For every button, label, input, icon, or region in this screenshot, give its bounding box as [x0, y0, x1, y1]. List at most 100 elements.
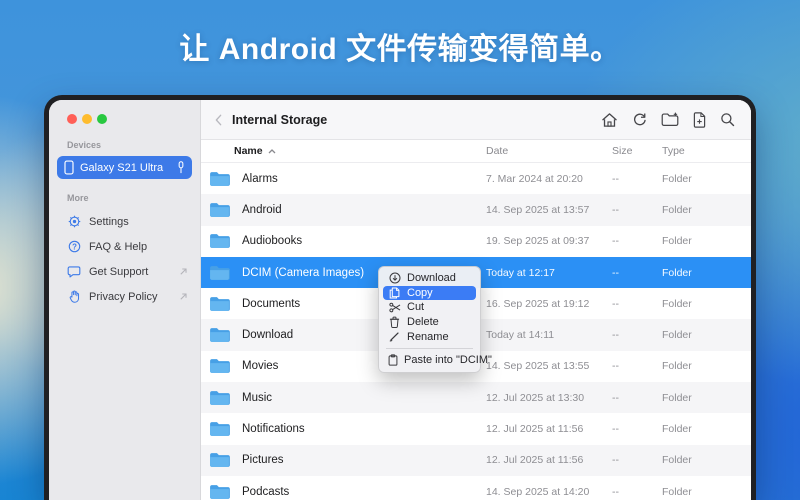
new-file-button[interactable] — [691, 110, 708, 130]
table-row[interactable]: Notifications 12. Jul 2025 at 11:56 -- Fold… — [201, 413, 751, 444]
menu-item-label: Rename — [407, 330, 449, 343]
column-header-name[interactable]: Name — [234, 145, 486, 157]
hero-title: 让 Android 文件传输变得简单。 — [179, 33, 621, 66]
home-icon — [601, 112, 618, 128]
search-button[interactable] — [718, 110, 737, 129]
file-type: Folder — [662, 297, 692, 310]
file-name-cell: Audiobooks — [209, 233, 486, 249]
sidebar-item-label: Get Support — [89, 265, 149, 278]
menu-item-label: Paste into "DCIM" — [404, 354, 492, 367]
menu-item-download[interactable]: Download — [383, 271, 476, 286]
toolbar-actions — [599, 110, 737, 130]
file-size: -- — [612, 485, 619, 498]
column-label: Name — [234, 145, 263, 157]
table-row[interactable]: Music 12. Jul 2025 at 13:30 -- Folder — [201, 382, 751, 414]
sidebar-item-label: Settings — [89, 215, 129, 228]
menu-item-rename[interactable]: Rename — [383, 329, 476, 344]
file-size: -- — [612, 360, 619, 373]
hand-privacy-icon — [67, 290, 81, 303]
zoom-window-button[interactable] — [97, 114, 107, 124]
file-type: Folder — [662, 423, 692, 436]
file-type: Folder — [662, 266, 692, 279]
table-row[interactable]: Alarms 7. Mar 2024 at 20:20 -- Folder — [201, 163, 751, 194]
sidebar-item-privacy-policy[interactable]: Privacy Policy — [49, 284, 200, 309]
file-name: Pictures — [242, 454, 284, 467]
devices-section-label: Devices — [67, 140, 102, 150]
file-size: -- — [612, 423, 619, 436]
file-type: Folder — [662, 329, 692, 342]
sidebar-item-label: Privacy Policy — [89, 290, 158, 303]
file-name-cell: Podcasts — [209, 484, 486, 500]
file-date: 14. Sep 2025 at 13:57 — [486, 203, 590, 216]
table-row[interactable]: Audiobooks 19. Sep 2025 at 09:37 -- Folder — [201, 226, 751, 257]
pencil-icon — [388, 331, 401, 342]
folder-icon — [209, 327, 238, 343]
context-menu: Download Copy Cut Delete Rename Paste into "D… — [378, 266, 492, 373]
back-button[interactable] — [215, 114, 222, 126]
menu-item-label: Download — [407, 272, 456, 285]
file-size: -- — [612, 297, 619, 310]
new-folder-icon — [661, 112, 679, 127]
refresh-button[interactable] — [630, 110, 649, 129]
refresh-icon — [632, 112, 647, 127]
column-header-date[interactable]: Date — [486, 145, 612, 157]
table-row[interactable]: Podcasts 14. Sep 2025 at 14:20 -- Folder — [201, 476, 751, 500]
menu-item-label: Copy — [407, 286, 433, 299]
sort-asc-icon — [268, 148, 276, 154]
folder-icon — [209, 265, 238, 281]
external-link-icon — [178, 267, 188, 276]
file-name-cell: Android — [209, 202, 486, 218]
file-type: Folder — [662, 203, 692, 216]
menu-item-delete[interactable]: Delete — [383, 315, 476, 330]
file-date: 7. Mar 2024 at 20:20 — [486, 172, 583, 185]
file-date: 19. Sep 2025 at 09:37 — [486, 235, 590, 248]
menu-item-copy[interactable]: Copy — [383, 285, 476, 301]
file-name: Alarms — [242, 172, 278, 185]
minimize-window-button[interactable] — [82, 114, 92, 124]
file-date: 14. Sep 2025 at 14:20 — [486, 485, 590, 498]
file-name-cell: Music — [209, 390, 486, 406]
folder-icon — [209, 171, 238, 187]
gear-icon — [67, 215, 81, 228]
file-type: Folder — [662, 235, 692, 248]
sidebar: Devices Galaxy S21 Ultra More Settings ? F… — [49, 100, 201, 500]
table-row[interactable]: Android 14. Sep 2025 at 13:57 -- Folder — [201, 194, 751, 226]
external-link-icon — [178, 292, 188, 301]
page-title: Internal Storage — [232, 112, 328, 127]
more-section-label: More — [67, 193, 89, 203]
table-row[interactable]: Pictures 12. Jul 2025 at 11:56 -- Folder — [201, 444, 751, 476]
file-size: -- — [612, 172, 619, 185]
new-file-icon — [693, 111, 706, 128]
folder-icon — [209, 296, 238, 312]
help-circle-icon: ? — [67, 240, 81, 253]
sidebar-item-get-support[interactable]: Get Support — [49, 259, 200, 284]
file-date: Today at 14:11 — [486, 329, 555, 342]
copy-icon — [388, 287, 401, 299]
file-size: -- — [612, 329, 619, 342]
file-date: Today at 12:17 — [486, 266, 555, 279]
sidebar-item-faq-help[interactable]: ? FAQ & Help — [49, 234, 200, 259]
column-header-type[interactable]: Type — [662, 145, 751, 157]
new-folder-button[interactable] — [659, 110, 681, 129]
file-type: Folder — [662, 172, 692, 185]
file-name: Movies — [242, 360, 279, 373]
column-header-size[interactable]: Size — [612, 145, 662, 157]
folder-icon — [209, 390, 238, 406]
device-name: Galaxy S21 Ultra — [80, 161, 164, 174]
clipboard-icon — [388, 354, 398, 366]
menu-item-cut[interactable]: Cut — [383, 300, 476, 315]
file-type: Folder — [662, 360, 692, 373]
folder-icon — [209, 452, 238, 468]
menu-item-label: Delete — [407, 316, 439, 329]
menu-item-paste-into-dcim[interactable]: Paste into "DCIM" — [383, 353, 492, 368]
window-controls — [67, 114, 200, 124]
menu-separator — [386, 347, 473, 349]
sidebar-item-device[interactable]: Galaxy S21 Ultra — [57, 156, 192, 179]
close-window-button[interactable] — [67, 114, 77, 124]
sidebar-item-settings[interactable]: Settings — [49, 209, 200, 234]
folder-icon — [209, 202, 238, 218]
home-button[interactable] — [599, 110, 620, 130]
file-name-cell: Alarms — [209, 171, 486, 187]
toolbar: Internal Storage — [201, 100, 751, 140]
search-icon — [720, 112, 735, 127]
